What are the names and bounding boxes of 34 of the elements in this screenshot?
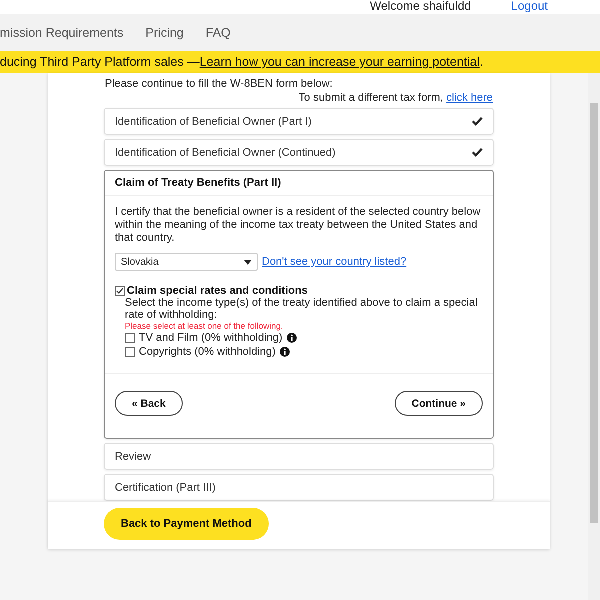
step-title[interactable]: Certification (Part III) [115, 482, 216, 494]
info-icon [280, 347, 290, 357]
country-link[interactable]: Don't see your country listed? [262, 256, 407, 268]
option-label: Copyrights (0% withholding) [139, 346, 276, 358]
click-here-link[interactable]: click here [446, 92, 493, 104]
intro-text: Please continue to fill the W-8BEN form below: [105, 77, 334, 90]
banner-period: . [480, 55, 484, 69]
option-checkbox[interactable] [125, 347, 135, 357]
error-text: Please select at least one of the following. [125, 321, 284, 331]
option-label: TV and Film (0% withholding) [139, 332, 283, 344]
step-title[interactable]: Claim of Treaty Benefits (Part II) [115, 177, 282, 189]
scrollbar[interactable] [588, 73, 600, 600]
option-checkbox[interactable] [125, 333, 135, 343]
banner-link[interactable]: Learn how you can increase your earning potential [200, 55, 480, 69]
welcome-text: Welcome shaifuldd [370, 0, 472, 14]
nav-link[interactable]: FAQ [206, 26, 231, 40]
back-button[interactable]: « Back [115, 391, 183, 416]
nav-link[interactable]: mission Requirements [0, 26, 124, 40]
claim-checkbox[interactable] [115, 286, 125, 296]
instructions-text: Select the income type(s) of the treaty identified above to claim a special rate of withholding: [125, 297, 479, 321]
logout-link[interactable]: Logout [511, 0, 548, 14]
continue-button[interactable]: Continue » [394, 391, 483, 416]
certify-text: I certify that the beneficial owner is a resident of the selected country below within the meaning of the income tax treaty between the United States and that country. [115, 206, 482, 245]
nav-link[interactable]: Pricing [146, 26, 184, 40]
step-title[interactable]: Review [115, 450, 152, 462]
claim-label: Claim special rates and conditions [127, 285, 308, 297]
step-title[interactable]: Identification of Beneficial Owner (Continued) [115, 146, 336, 158]
country-select[interactable]: Slovakia [115, 253, 258, 271]
different-form-text: To submit a different tax form, [298, 92, 444, 104]
back-to-payment-button[interactable]: Back to Payment Method [104, 508, 269, 540]
info-icon [286, 333, 297, 343]
dropdown-caret-icon [244, 260, 252, 264]
step-title[interactable]: Identification of Beneficial Owner (Part I) [115, 116, 312, 128]
banner-text: ducing Third Party Platform sales — [0, 55, 200, 69]
